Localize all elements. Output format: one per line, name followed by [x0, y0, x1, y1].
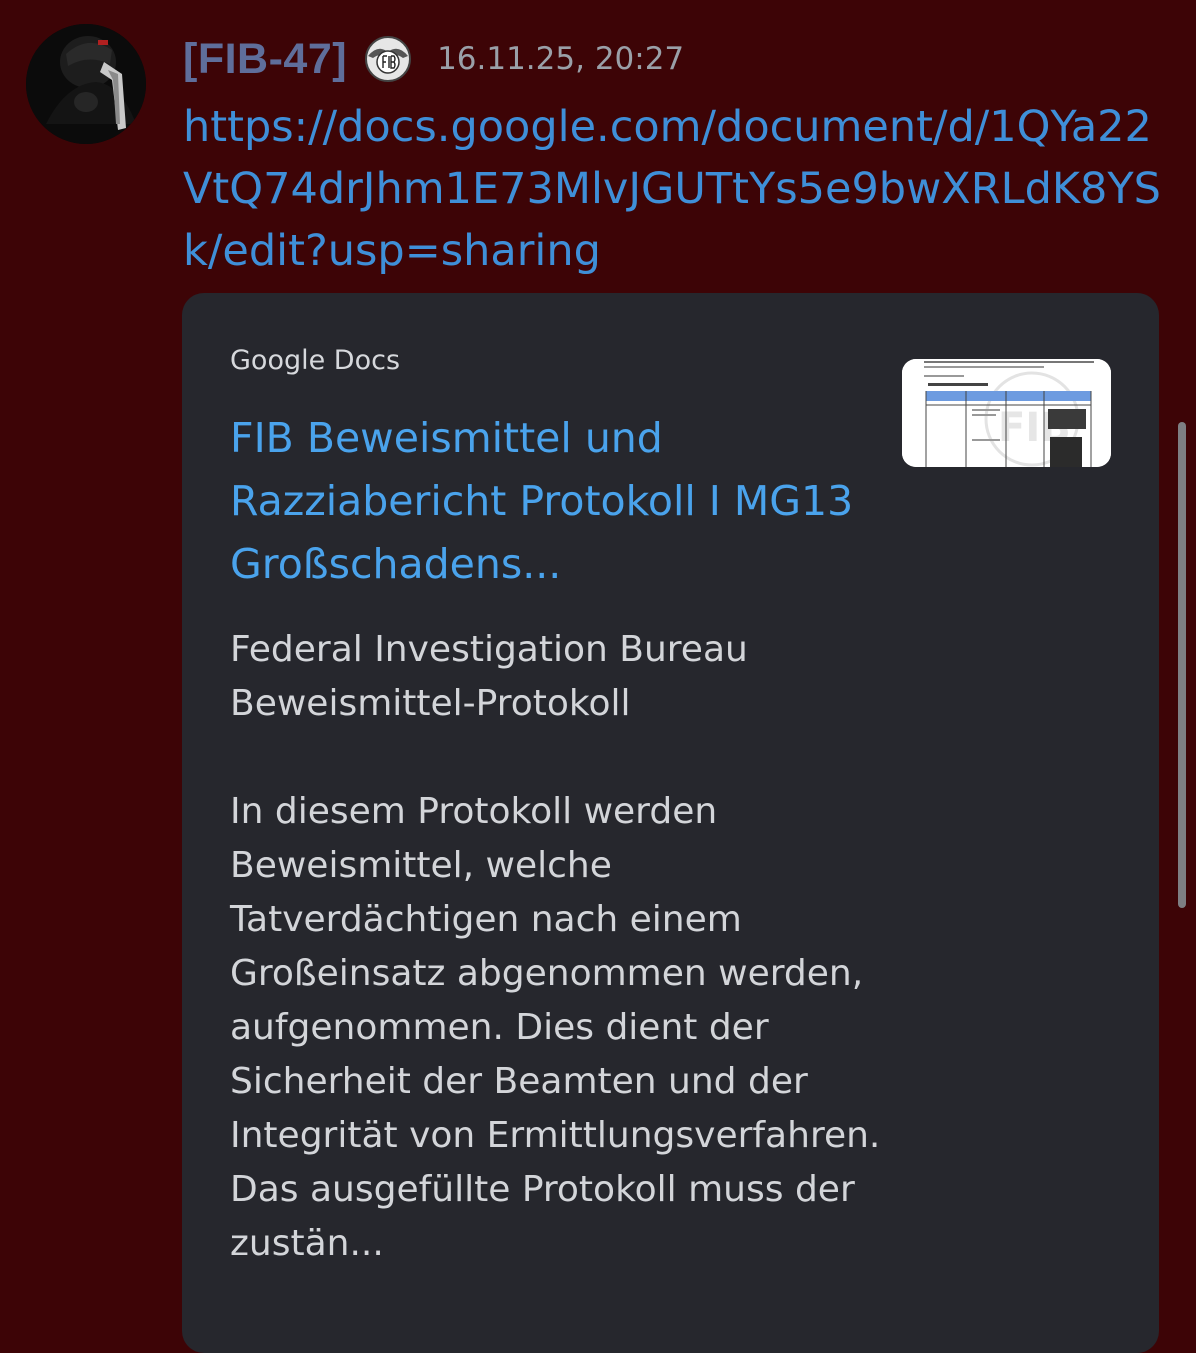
embed-title[interactable]: FIB Beweismittel und Razziabericht Proto…	[230, 407, 890, 596]
avatar[interactable]	[26, 24, 146, 144]
embed-thumbnail[interactable]: FIB	[902, 359, 1111, 467]
link-embed[interactable]: Google Docs FIB Beweismittel und Razziab…	[182, 293, 1159, 1353]
message-timestamp: 16.11.25, 20:27	[437, 41, 685, 77]
embed-provider: Google Docs	[230, 345, 401, 376]
scrollbar[interactable]	[1178, 422, 1186, 908]
author-name[interactable]: [FIB-47]	[183, 35, 347, 84]
embed-description: Federal Investigation Bureau Beweismitte…	[230, 629, 881, 1264]
avatar-image	[26, 24, 146, 144]
fib-emblem-icon[interactable]	[363, 34, 413, 84]
message-header: [FIB-47] 16.11.25, 20:27	[183, 28, 684, 90]
document-link[interactable]: https://docs.google.com/document/d/1QYa2…	[183, 96, 1173, 282]
